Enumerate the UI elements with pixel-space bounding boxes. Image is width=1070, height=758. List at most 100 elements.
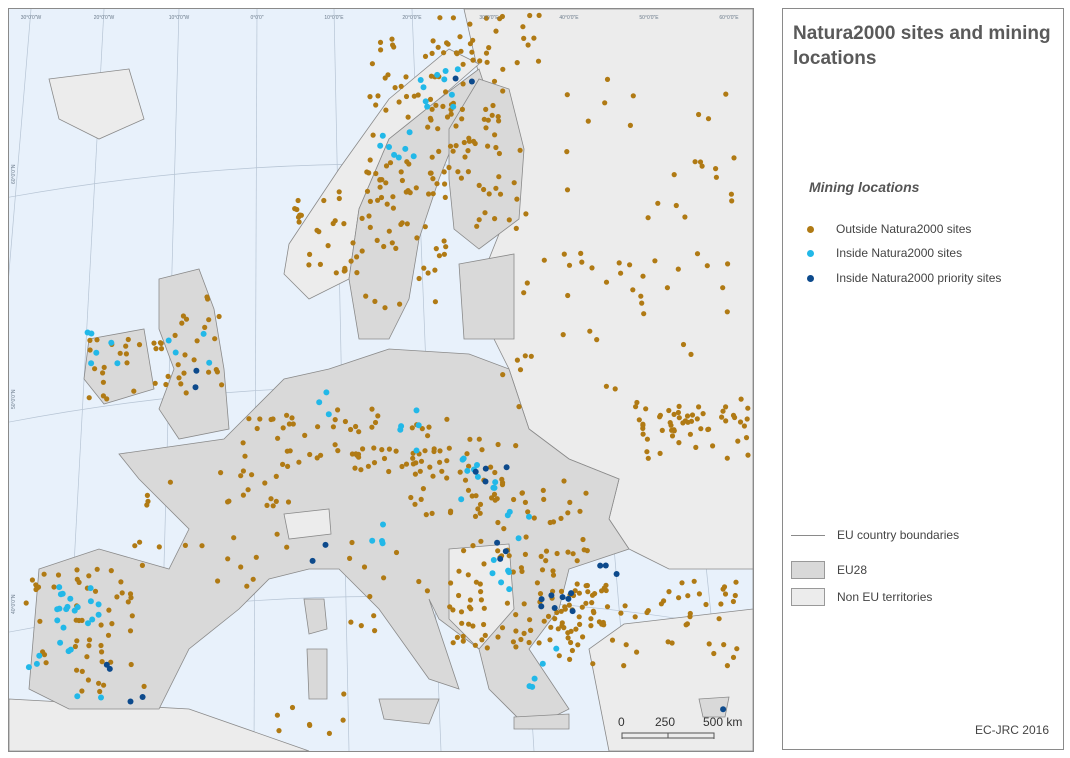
outside-natura-point xyxy=(641,311,647,317)
outside-natura-point xyxy=(468,606,474,612)
outside-natura-point xyxy=(427,115,433,121)
priority-natura-point xyxy=(497,555,504,562)
inside-natura-point xyxy=(526,513,532,520)
outside-natura-point xyxy=(408,494,414,501)
inside-natura-point xyxy=(441,76,448,83)
outside-natura-point xyxy=(306,721,313,728)
outside-natura-point xyxy=(206,369,212,375)
outside-natura-point xyxy=(730,412,737,418)
outside-natura-point xyxy=(470,623,476,629)
inside-natura-point xyxy=(492,479,499,486)
scale-label-250: 250 xyxy=(655,715,676,729)
outside-natura-point xyxy=(728,191,735,197)
landmasses xyxy=(9,9,753,751)
outside-natura-point xyxy=(445,41,451,47)
outside-natura-point xyxy=(86,643,92,649)
meridian-label: 10°0'0"W xyxy=(169,15,190,21)
outside-natura-point xyxy=(456,592,462,599)
legend-item-priority-label: Inside Natura2000 priority sites xyxy=(836,271,1002,285)
inside-natura-point xyxy=(98,694,104,701)
outside-natura-point xyxy=(518,565,524,571)
meridian-label: 30°0'0"E xyxy=(479,15,499,21)
outside-natura-point xyxy=(538,553,544,560)
outside-natura-point xyxy=(245,487,251,493)
outside-natura-point xyxy=(472,513,479,519)
outside-natura-point xyxy=(340,717,346,723)
outside-natura-point xyxy=(280,425,286,431)
inside-natura-point xyxy=(87,585,94,592)
outside-natura-point xyxy=(450,148,456,154)
outside-natura-point xyxy=(537,591,544,597)
outside-natura-point xyxy=(602,100,608,106)
outside-natura-point xyxy=(450,640,456,646)
outside-natura-point xyxy=(374,237,380,243)
outside-natura-point xyxy=(547,519,553,526)
outside-natura-point xyxy=(454,51,460,57)
outside-natura-point xyxy=(428,170,434,176)
outside-natura-point xyxy=(562,604,568,610)
priority-natura-point xyxy=(613,571,620,577)
outside-natura-point xyxy=(332,442,338,448)
crete xyxy=(513,713,570,730)
outside-natura-point xyxy=(335,448,341,454)
outside-natura-point xyxy=(479,637,485,643)
inside-natura-point xyxy=(325,411,332,418)
outside-natura-point xyxy=(163,381,169,388)
outside-natura-point xyxy=(367,94,373,100)
outside-natura-point xyxy=(191,357,197,363)
outside-natura-point xyxy=(722,591,729,597)
outside-natura-point xyxy=(390,194,396,200)
outside-natura-point xyxy=(564,187,571,193)
outside-natura-point xyxy=(676,595,682,601)
outside-natura-point xyxy=(381,455,388,462)
inside-natura-point xyxy=(464,467,471,474)
outside-natura-point xyxy=(359,248,365,254)
inside-natura-point xyxy=(410,153,417,160)
inside-natura-point xyxy=(172,349,179,356)
outside-natura-point xyxy=(306,262,312,268)
outside-natura-point xyxy=(454,634,460,641)
outside-natura-point xyxy=(433,102,439,108)
outside-natura-point xyxy=(294,206,300,213)
outside-natura-point xyxy=(699,163,705,169)
priority-natura-point xyxy=(569,608,576,615)
outside-natura-point xyxy=(87,347,93,353)
outside-natura-point xyxy=(694,416,700,422)
outside-natura-point xyxy=(79,668,85,675)
outside-natura-point xyxy=(603,279,610,285)
outside-natura-point xyxy=(467,436,473,442)
outside-natura-point xyxy=(275,435,281,441)
outside-natura-point xyxy=(692,159,698,165)
outside-natura-point xyxy=(462,477,469,483)
outside-natura-point xyxy=(409,425,415,431)
outside-natura-point xyxy=(564,149,570,155)
outside-natura-point xyxy=(175,362,181,368)
outside-natura-point xyxy=(136,342,143,348)
outside-natura-point xyxy=(51,584,57,590)
outside-natura-point xyxy=(567,656,573,663)
outside-natura-point xyxy=(559,620,565,626)
priority-natura-point xyxy=(482,465,489,472)
outside-natura-point xyxy=(422,448,428,454)
outside-natura-point xyxy=(496,174,502,180)
outside-natura-point xyxy=(696,591,703,597)
outside-natura-point xyxy=(556,653,562,659)
outside-natura-point xyxy=(639,300,645,306)
outside-natura-point xyxy=(101,682,107,688)
outside-natura-point xyxy=(180,313,186,319)
outside-natura-point xyxy=(432,299,438,305)
outside-natura-point xyxy=(721,642,727,648)
outside-natura-point xyxy=(105,632,112,638)
outside-natura-point xyxy=(492,132,498,138)
outside-natura-point xyxy=(482,632,488,639)
outside-natura-point xyxy=(443,89,449,95)
outside-natura-point xyxy=(446,445,452,451)
outside-natura-point xyxy=(521,35,527,41)
outside-natura-point xyxy=(349,539,355,546)
outside-natura-point xyxy=(127,591,134,597)
outside-natura-point xyxy=(458,175,464,181)
outside-natura-point xyxy=(434,181,440,187)
outside-natura-point xyxy=(23,600,29,606)
outside-natura-point xyxy=(389,36,395,42)
inside-natura-point xyxy=(95,601,102,608)
